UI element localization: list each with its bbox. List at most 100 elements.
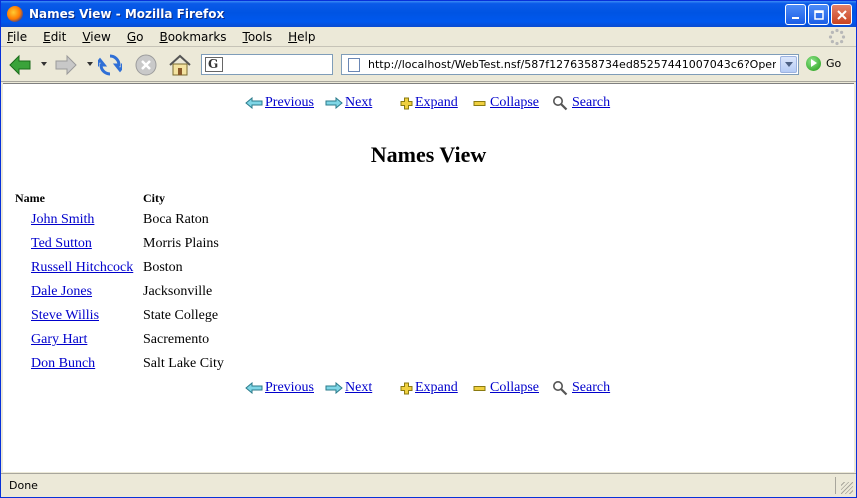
- collapse-action[interactable]: Collapse: [473, 380, 539, 396]
- table-row-name[interactable]: Steve Willis: [31, 308, 99, 324]
- collapse-minus-icon: [473, 385, 486, 391]
- expand-plus-icon: [400, 97, 413, 109]
- name-link[interactable]: Gary Hart: [31, 332, 87, 347]
- table-row-city: Jacksonville: [143, 284, 213, 299]
- search-action[interactable]: Search: [552, 380, 610, 396]
- menu-bar: File Edit View Go Bookmarks Tools Help: [1, 27, 856, 47]
- stop-icon: [135, 54, 157, 76]
- minimize-button[interactable]: [785, 4, 806, 25]
- collapse-link[interactable]: Collapse: [490, 380, 539, 396]
- expand-action[interactable]: Expand: [400, 380, 458, 396]
- menu-bookmarks[interactable]: Bookmarks: [159, 30, 226, 44]
- menu-help[interactable]: Help: [288, 30, 315, 44]
- page-content: Previous Next Expand Collapse Search Nam…: [3, 83, 854, 472]
- column-header-name: Name: [15, 191, 45, 205]
- reload-icon: [98, 54, 122, 76]
- stop-button[interactable]: [133, 52, 159, 78]
- menu-go[interactable]: Go: [127, 30, 144, 44]
- collapse-minus-icon: [473, 100, 486, 106]
- previous-link[interactable]: Previous: [265, 380, 314, 396]
- back-history-dropdown-icon[interactable]: [41, 62, 47, 66]
- navigation-toolbar: G Go: [1, 48, 856, 82]
- search-link[interactable]: Search: [572, 380, 610, 396]
- address-bar[interactable]: [341, 54, 799, 75]
- menu-view[interactable]: View: [82, 30, 110, 44]
- name-link[interactable]: John Smith: [31, 212, 94, 227]
- next-action[interactable]: Next: [325, 380, 372, 396]
- search-action[interactable]: Search: [552, 95, 610, 111]
- expand-link[interactable]: Expand: [415, 380, 458, 396]
- search-input[interactable]: G: [201, 54, 333, 75]
- forward-history-dropdown-icon[interactable]: [87, 62, 93, 66]
- browser-window: Names View - Mozilla Firefox File Edit V…: [0, 0, 857, 498]
- next-arrow-icon: [325, 382, 343, 394]
- back-button[interactable]: [7, 52, 33, 78]
- previous-arrow-icon: [245, 97, 263, 109]
- table-row-city: Boca Raton: [143, 212, 209, 227]
- table-row-city: Sacremento: [143, 332, 210, 347]
- title-bar: Names View - Mozilla Firefox: [1, 1, 856, 27]
- previous-arrow-icon: [245, 382, 263, 394]
- go-arrow-icon: [806, 56, 821, 71]
- close-icon: [836, 9, 847, 20]
- previous-action[interactable]: Previous: [245, 95, 314, 111]
- url-history-dropdown[interactable]: [780, 56, 797, 73]
- page-icon: [348, 57, 360, 72]
- search-magnifier-icon: [553, 96, 568, 111]
- maximize-icon: [813, 9, 824, 20]
- previous-link[interactable]: Previous: [265, 95, 314, 111]
- status-text: Done: [9, 479, 38, 492]
- firefox-logo-icon: [7, 6, 23, 22]
- table-row-city: Boston: [143, 260, 183, 275]
- name-link[interactable]: Dale Jones: [31, 284, 92, 299]
- collapse-action[interactable]: Collapse: [473, 95, 539, 111]
- search-magnifier-icon: [553, 381, 568, 396]
- status-bar: Done: [1, 473, 856, 497]
- previous-action[interactable]: Previous: [245, 380, 314, 396]
- name-link[interactable]: Steve Willis: [31, 308, 99, 323]
- window-controls: [785, 4, 852, 25]
- maximize-button[interactable]: [808, 4, 829, 25]
- forward-button[interactable]: [53, 52, 79, 78]
- home-icon: [169, 54, 191, 76]
- next-link[interactable]: Next: [345, 380, 372, 396]
- expand-plus-icon: [400, 382, 413, 394]
- next-arrow-icon: [325, 97, 343, 109]
- status-divider: [835, 477, 836, 494]
- chevron-down-icon: [784, 62, 793, 67]
- table-row-name[interactable]: Don Bunch: [31, 356, 95, 372]
- table-row-name[interactable]: Ted Sutton: [31, 236, 92, 252]
- go-button[interactable]: Go: [806, 56, 841, 71]
- minimize-icon: [791, 16, 799, 19]
- table-row-name[interactable]: Russell Hitchcock: [31, 260, 133, 276]
- search-link[interactable]: Search: [572, 95, 610, 111]
- reload-button[interactable]: [97, 52, 123, 78]
- menu-edit[interactable]: Edit: [43, 30, 66, 44]
- expand-action[interactable]: Expand: [400, 95, 458, 111]
- google-search-engine-icon[interactable]: G: [205, 57, 223, 72]
- close-button[interactable]: [831, 4, 852, 25]
- table-row-city: State College: [143, 308, 219, 323]
- page-title: Names View: [370, 142, 487, 167]
- menu-tools[interactable]: Tools: [243, 30, 273, 44]
- next-link[interactable]: Next: [345, 95, 372, 111]
- table-row-city: Morris Plains: [143, 236, 219, 251]
- expand-link[interactable]: Expand: [415, 95, 458, 111]
- name-link[interactable]: Russell Hitchcock: [31, 260, 133, 275]
- name-link[interactable]: Ted Sutton: [31, 236, 92, 251]
- column-header-city: City: [143, 191, 165, 205]
- table-row-name[interactable]: Dale Jones: [31, 284, 92, 300]
- name-link[interactable]: Don Bunch: [31, 356, 95, 371]
- table-row-name[interactable]: Gary Hart: [31, 332, 87, 348]
- next-action[interactable]: Next: [325, 95, 372, 111]
- window-title: Names View - Mozilla Firefox: [29, 7, 225, 21]
- menu-file[interactable]: File: [7, 30, 27, 44]
- home-button[interactable]: [167, 52, 193, 78]
- table-row-name[interactable]: John Smith: [31, 212, 94, 228]
- url-input[interactable]: [368, 58, 776, 71]
- back-arrow-icon: [9, 54, 31, 76]
- table-row-city: Salt Lake City: [143, 356, 224, 371]
- resize-grip-icon[interactable]: [841, 482, 853, 494]
- collapse-link[interactable]: Collapse: [490, 95, 539, 111]
- throbber-icon: [828, 28, 846, 46]
